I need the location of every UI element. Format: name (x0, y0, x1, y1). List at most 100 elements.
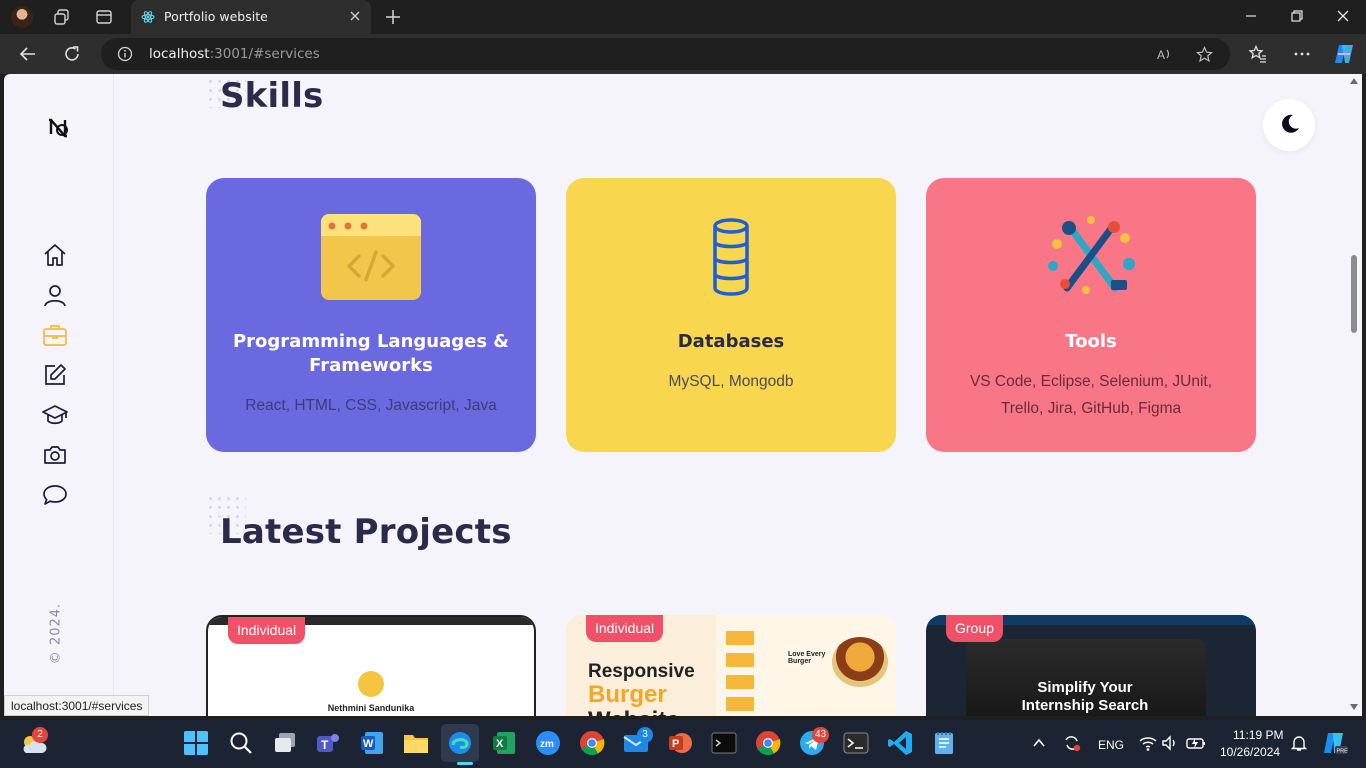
svg-text:W: W (363, 738, 374, 750)
word-icon[interactable]: W (359, 730, 385, 756)
project-badge: Individual (586, 615, 664, 642)
site-info-icon[interactable] (117, 46, 133, 62)
url-text: localhost:3001/#services (149, 46, 320, 62)
zoom-icon[interactable]: zm (535, 730, 561, 756)
back-icon[interactable] (18, 44, 38, 64)
skill-card-desc: React, HTML, CSS, Javascript, Java (245, 397, 497, 414)
vscode-icon[interactable] (887, 730, 913, 756)
preview-name: Nethmini Sandunika (327, 703, 415, 713)
workspaces-icon[interactable] (53, 8, 71, 26)
chrome-profile-icon[interactable] (755, 730, 781, 756)
preview-headline-2: Burger (588, 681, 667, 708)
tab-actions-icon[interactable] (95, 8, 113, 26)
skill-card-title: Tools (1065, 331, 1117, 352)
project-badge: Group (946, 615, 1003, 642)
language-indicator[interactable]: ENG (1098, 738, 1124, 752)
project-badge: Individual (228, 617, 306, 644)
scroll-thumb[interactable] (1351, 255, 1357, 333)
preview-menu-column (726, 631, 754, 716)
scroll-up-arrow[interactable] (1350, 78, 1358, 84)
edit-icon[interactable] (42, 362, 68, 388)
preview-headline-1: Responsive (588, 661, 695, 682)
profile-avatar[interactable] (11, 6, 33, 28)
preview-headline-1: Simplify Your (1037, 679, 1133, 696)
edge-icon[interactable] (447, 730, 473, 756)
battery-icon[interactable] (1186, 734, 1206, 752)
search-icon[interactable] (228, 730, 254, 756)
command-prompt-icon[interactable] (711, 730, 737, 756)
skill-card-desc: VS Code, Eclipse, Selenium, JUnit, Trell… (969, 373, 1213, 417)
svg-text:P: P (672, 738, 679, 750)
clock-time[interactable]: 11:19 PM (1233, 728, 1283, 742)
excel-icon[interactable]: X (491, 730, 517, 756)
restore-icon[interactable] (1289, 8, 1305, 24)
svg-text:PRE: PRE (1337, 749, 1349, 755)
project-card-internship[interactable]: Simplify Your Internship Search Group (926, 615, 1256, 716)
chevron-up-icon[interactable] (1030, 734, 1048, 752)
page-viewport: © 2024. Skills Programming Languages & F… (4, 74, 1347, 716)
skill-card-tools: Tools VS Code, Eclipse, Selenium, JUnit,… (926, 178, 1256, 452)
tab-portfolio[interactable]: Portfolio website (131, 0, 371, 34)
taskbar: 2 T W X zm 3 P 43 ENG 11:19 PM 10/26/202… (0, 720, 1366, 768)
scroll-down-arrow[interactable] (1350, 704, 1358, 710)
weather-badge: 2 (32, 727, 48, 743)
new-tab-icon[interactable] (384, 8, 402, 26)
svg-text:X: X (496, 738, 504, 750)
graduation-cap-icon[interactable] (42, 402, 68, 428)
powerpoint-icon[interactable]: P (667, 730, 693, 756)
code-window-icon (321, 214, 421, 300)
task-view-icon[interactable] (272, 730, 298, 756)
burger-image (832, 637, 888, 687)
notepad-icon[interactable] (931, 730, 957, 756)
more-menu-icon[interactable] (1292, 44, 1312, 64)
close-window-icon[interactable] (1335, 8, 1351, 24)
favorite-star-icon[interactable] (1196, 46, 1213, 63)
skill-card-title: Programming Languages & Frameworks (232, 331, 510, 376)
tools-icon (1048, 216, 1135, 294)
sync-icon[interactable] (1062, 733, 1082, 753)
copilot-taskbar-icon[interactable]: PRE (1322, 731, 1348, 755)
chat-icon[interactable] (42, 482, 68, 508)
close-tab-icon[interactable] (348, 9, 362, 23)
user-icon[interactable] (42, 282, 68, 308)
skill-card-desc: MySQL, Mongodb (668, 373, 794, 390)
address-bar[interactable]: localhost:3001/#services A (101, 38, 1230, 70)
project-card-portfolio[interactable]: Nethmini Sandunika Individual (206, 615, 536, 716)
skills-heading: Skills (220, 76, 324, 116)
project-card-burger[interactable]: Responsive Burger Website Love Every Bur… (566, 615, 896, 716)
skill-card-databases: Databases MySQL, Mongodb (566, 178, 896, 452)
home-icon[interactable] (42, 242, 68, 268)
react-icon (141, 11, 155, 23)
start-icon[interactable] (183, 730, 209, 756)
refresh-icon[interactable] (62, 44, 82, 64)
vertical-scrollbar[interactable] (1347, 74, 1362, 716)
tab-title: Portfolio website (164, 9, 268, 24)
briefcase-icon[interactable] (42, 322, 68, 348)
volume-icon[interactable] (1161, 734, 1179, 752)
notifications-bell-icon[interactable] (1290, 734, 1308, 752)
mail-badge: 3 (637, 727, 653, 743)
chrome-icon[interactable] (579, 730, 605, 756)
telegram-badge: 43 (812, 727, 830, 743)
wifi-icon[interactable] (1138, 734, 1158, 752)
address-toolbar: localhost:3001/#services A (0, 34, 1366, 74)
terminal-icon[interactable] (843, 730, 869, 756)
file-explorer-icon[interactable] (403, 730, 429, 756)
teams-icon[interactable]: T (315, 730, 341, 756)
favorites-icon[interactable] (1248, 44, 1268, 64)
window-edge (1362, 74, 1366, 716)
minimize-icon[interactable] (1243, 8, 1259, 24)
svg-text:zm: zm (540, 739, 554, 750)
active-indicator (457, 762, 473, 765)
site-logo-icon[interactable] (45, 114, 73, 142)
projects-heading: Latest Projects (220, 512, 512, 552)
theme-toggle-button[interactable] (1263, 99, 1315, 151)
clock-date[interactable]: 10/26/2024 (1220, 745, 1280, 759)
sidebar: © 2024. (4, 74, 114, 716)
camera-icon[interactable] (42, 442, 68, 468)
copilot-icon[interactable] (1332, 42, 1356, 66)
read-aloud-icon[interactable]: A (1156, 46, 1173, 63)
title-bar: Portfolio website (0, 0, 1366, 34)
svg-text:A: A (1157, 48, 1165, 62)
skill-card-programming: Programming Languages & Frameworks React… (206, 178, 536, 452)
